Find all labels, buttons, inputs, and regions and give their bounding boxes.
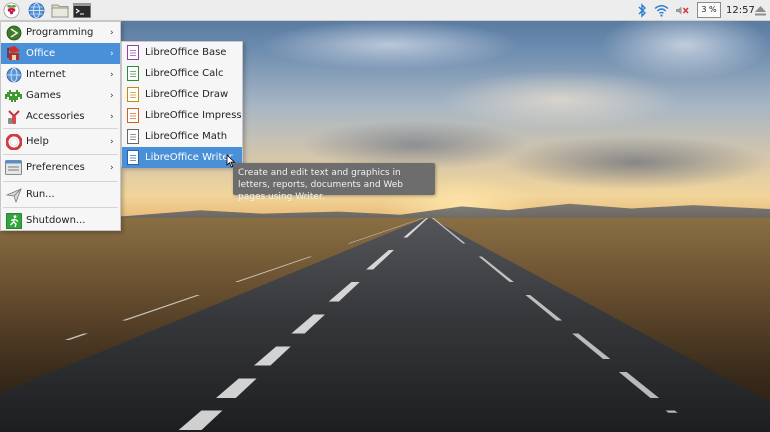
menu-item-programming[interactable]: Programming › bbox=[1, 22, 120, 43]
libreoffice-impress-icon bbox=[125, 107, 140, 124]
menu-item-label: Programming bbox=[26, 27, 94, 38]
office-submenu: LibreOffice Base LibreOffice Calc LibreO… bbox=[121, 41, 243, 168]
submenu-item-label: LibreOffice Writer bbox=[145, 152, 233, 163]
menu-item-accessories[interactable]: Accessories › bbox=[1, 106, 120, 127]
menu-item-shutdown[interactable]: Shutdown... bbox=[1, 210, 120, 231]
menu-item-games[interactable]: Games › bbox=[1, 85, 120, 106]
file-manager-icon[interactable] bbox=[50, 1, 69, 20]
libreoffice-writer-icon bbox=[125, 149, 140, 166]
menu-item-label: Games bbox=[26, 90, 61, 101]
volume-muted-icon[interactable] bbox=[673, 1, 692, 20]
wifi-icon[interactable] bbox=[652, 1, 671, 20]
run-icon bbox=[5, 186, 22, 203]
chevron-right-icon: › bbox=[110, 111, 114, 122]
menu-item-label: Preferences bbox=[26, 162, 85, 173]
chevron-right-icon: › bbox=[110, 136, 114, 147]
accessories-icon bbox=[5, 108, 22, 125]
submenu-item-label: LibreOffice Math bbox=[145, 131, 228, 142]
submenu-item-libreoffice-base[interactable]: LibreOffice Base bbox=[122, 42, 242, 63]
terminal-icon[interactable] bbox=[72, 1, 91, 20]
chevron-right-icon: › bbox=[110, 90, 114, 101]
menu-separator bbox=[3, 181, 118, 182]
raspberry-menu-icon[interactable] bbox=[2, 1, 21, 20]
tooltip: Create and edit text and graphics in let… bbox=[233, 163, 435, 202]
submenu-item-libreoffice-writer[interactable]: LibreOffice Writer bbox=[122, 147, 242, 168]
submenu-item-label: LibreOffice Draw bbox=[145, 89, 229, 100]
bluetooth-icon[interactable] bbox=[632, 1, 651, 20]
shutdown-icon bbox=[5, 212, 22, 229]
menu-item-internet[interactable]: Internet › bbox=[1, 64, 120, 85]
taskbar: 3 % 12:57 bbox=[0, 0, 770, 21]
libreoffice-math-icon bbox=[125, 128, 140, 145]
cpu-usage-monitor[interactable]: 3 % bbox=[697, 2, 721, 18]
menu-item-label: Help bbox=[26, 136, 49, 147]
menu-item-preferences[interactable]: Preferences › bbox=[1, 157, 120, 178]
libreoffice-calc-icon bbox=[125, 65, 140, 82]
submenu-item-libreoffice-impress[interactable]: LibreOffice Impress bbox=[122, 105, 242, 126]
submenu-item-libreoffice-draw[interactable]: LibreOffice Draw bbox=[122, 84, 242, 105]
submenu-item-label: LibreOffice Impress bbox=[145, 110, 242, 121]
libreoffice-base-icon bbox=[125, 44, 140, 61]
menu-item-office[interactable]: Office › bbox=[1, 43, 120, 64]
menu-item-label: Shutdown... bbox=[26, 215, 86, 226]
office-icon bbox=[5, 45, 22, 62]
programming-icon bbox=[5, 24, 22, 41]
libreoffice-draw-icon bbox=[125, 86, 140, 103]
cloud bbox=[440, 70, 680, 130]
submenu-item-libreoffice-math[interactable]: LibreOffice Math bbox=[122, 126, 242, 147]
menu-item-help[interactable]: Help › bbox=[1, 131, 120, 152]
menu-separator bbox=[3, 207, 118, 208]
games-icon bbox=[5, 87, 22, 104]
submenu-item-label: LibreOffice Base bbox=[145, 47, 227, 58]
menu-item-label: Run... bbox=[26, 189, 55, 200]
submenu-item-libreoffice-calc[interactable]: LibreOffice Calc bbox=[122, 63, 242, 84]
menu-item-label: Internet bbox=[26, 69, 66, 80]
chevron-right-icon: › bbox=[110, 27, 114, 38]
submenu-item-label: LibreOffice Calc bbox=[145, 68, 224, 79]
application-menu: Programming › Office › Internet › Games … bbox=[0, 21, 121, 231]
chevron-right-icon: › bbox=[110, 48, 114, 59]
chevron-right-icon: › bbox=[110, 69, 114, 80]
menu-separator bbox=[3, 128, 118, 129]
chevron-right-icon: › bbox=[110, 162, 114, 173]
mouse-pointer-icon bbox=[226, 154, 236, 168]
cloud bbox=[500, 135, 770, 190]
menu-item-label: Accessories bbox=[26, 111, 85, 122]
eject-icon[interactable] bbox=[751, 1, 770, 20]
cloud bbox=[260, 20, 520, 70]
menu-item-label: Office bbox=[26, 48, 56, 59]
web-browser-icon[interactable] bbox=[27, 1, 46, 20]
menu-item-run[interactable]: Run... bbox=[1, 184, 120, 205]
menu-separator bbox=[3, 154, 118, 155]
preferences-icon bbox=[5, 159, 22, 176]
help-icon bbox=[5, 133, 22, 150]
internet-icon bbox=[5, 66, 22, 83]
